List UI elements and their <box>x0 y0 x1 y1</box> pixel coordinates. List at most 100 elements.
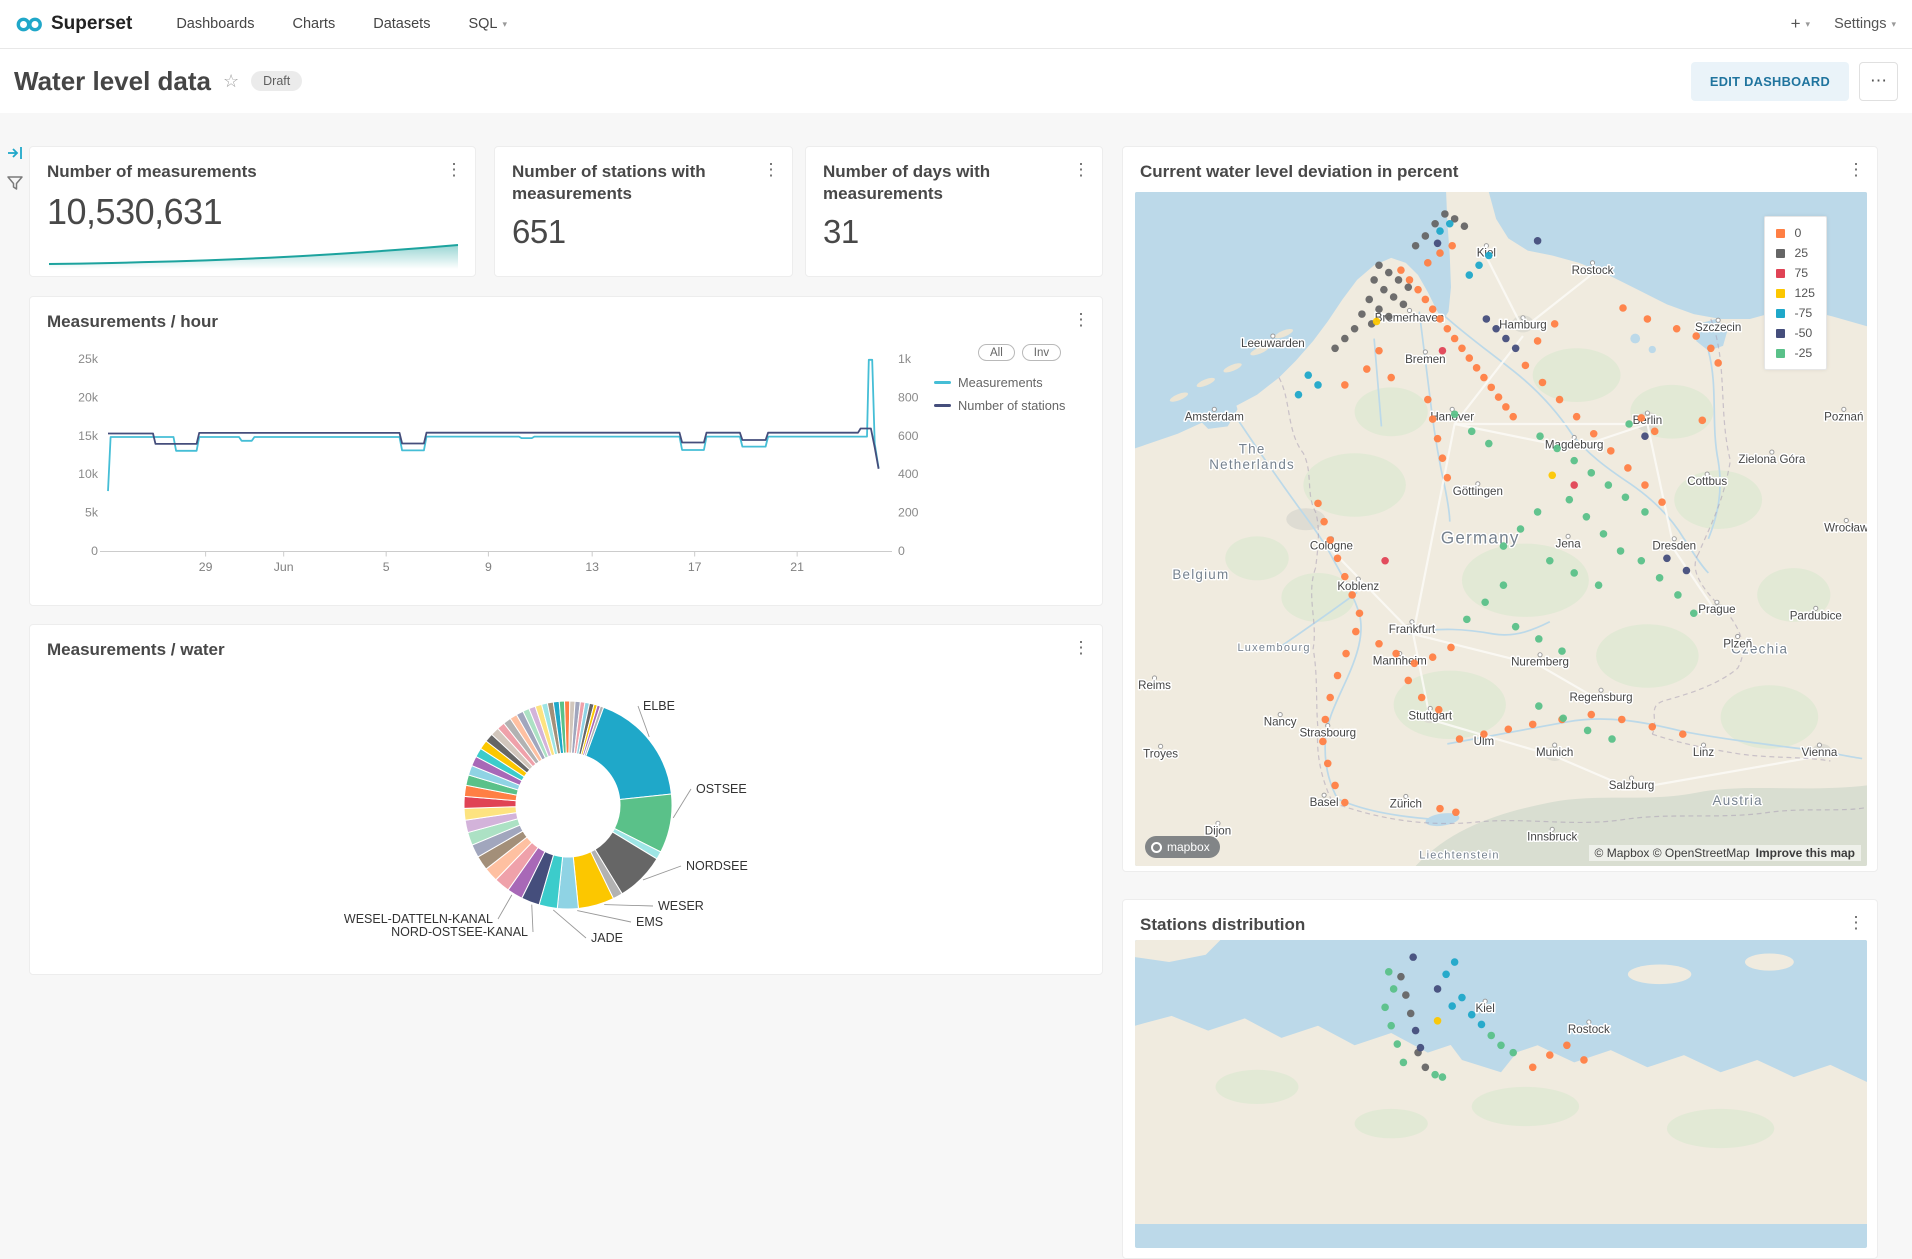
svg-text:9: 9 <box>485 560 492 574</box>
legend-swatch <box>1776 229 1785 238</box>
svg-text:Troyes: Troyes <box>1143 748 1178 760</box>
svg-text:200: 200 <box>898 506 919 520</box>
svg-text:Vienna: Vienna <box>1802 747 1838 759</box>
svg-text:Cottbus: Cottbus <box>1687 476 1727 488</box>
kpi-card-days: Number of days with measurements ⋮ 31 <box>805 146 1103 277</box>
status-badge: Draft <box>251 71 302 91</box>
svg-text:Berlin: Berlin <box>1633 415 1663 427</box>
legend-swatch <box>1776 309 1785 318</box>
svg-text:Leeuwarden: Leeuwarden <box>1241 338 1305 350</box>
svg-text:10k: 10k <box>78 467 99 481</box>
legend-item-measurements[interactable]: Measurements <box>934 375 1065 390</box>
svg-text:Rostock: Rostock <box>1568 1023 1610 1036</box>
svg-text:Rostock: Rostock <box>1572 265 1614 277</box>
svg-text:Wrocław: Wrocław <box>1824 522 1867 534</box>
card-menu-button[interactable]: ⋮ <box>1068 157 1094 183</box>
svg-text:800: 800 <box>898 390 919 404</box>
svg-text:25k: 25k <box>78 352 99 366</box>
legend-toggle-inv[interactable]: Inv <box>1022 344 1061 361</box>
kpi-value: 10,530,631 <box>47 191 222 233</box>
plus-icon: + <box>1791 14 1801 34</box>
edit-dashboard-button[interactable]: EDIT DASHBOARD <box>1691 62 1849 101</box>
nav-item-dashboards[interactable]: Dashboards <box>176 16 254 32</box>
svg-text:20k: 20k <box>78 390 99 404</box>
svg-text:Munich: Munich <box>1536 747 1573 759</box>
map-canvas[interactable]: Kiel Rostock <box>1135 940 1867 1248</box>
nav-item-charts[interactable]: Charts <box>293 16 336 32</box>
mapbox-wordmark: mapbox <box>1167 840 1210 854</box>
card-menu-button[interactable]: ⋮ <box>1068 635 1094 661</box>
legend-swatch <box>934 381 951 384</box>
nav-item-sql[interactable]: SQL▾ <box>468 16 507 32</box>
svg-text:Hamburg: Hamburg <box>1499 320 1547 332</box>
dashboard-menu-button[interactable]: ⋯ <box>1859 62 1898 101</box>
mapbox-icon <box>1151 842 1162 853</box>
svg-text:15k: 15k <box>78 429 99 443</box>
svg-text:Göttingen: Göttingen <box>1453 486 1503 498</box>
svg-text:Stuttgart: Stuttgart <box>1408 710 1453 722</box>
svg-text:Zürich: Zürich <box>1390 798 1422 810</box>
map-canvas[interactable]: TheNetherlandsBelgiumLuxembourgGermanyCz… <box>1135 192 1867 866</box>
svg-text:Basel: Basel <box>1310 797 1339 809</box>
kpi-card-measurements: Number of measurements ⋮ 10,530,631 <box>29 146 476 277</box>
favorite-star-icon[interactable]: ☆ <box>223 71 239 92</box>
svg-text:Jena: Jena <box>1556 538 1582 550</box>
chevron-down-icon: ▾ <box>1806 19 1811 30</box>
nav-item-datasets[interactable]: Datasets <box>373 16 430 32</box>
svg-text:Zielona Góra: Zielona Góra <box>1738 454 1805 466</box>
legend-swatch <box>1776 329 1785 338</box>
map-legend-item: 125 <box>1776 286 1815 300</box>
legend-swatch <box>934 404 951 407</box>
map-attribution: © Mapbox © OpenStreetMap Improve this ma… <box>1589 845 1861 861</box>
svg-text:Szczecin: Szczecin <box>1695 322 1741 334</box>
svg-text:Germany: Germany <box>1441 529 1520 548</box>
legend-item-number-of-stations[interactable]: Number of stations <box>934 398 1065 413</box>
superset-logo[interactable]: Superset <box>16 13 132 35</box>
chart-card-measurements-hour: Measurements / hour ⋮ AllInv Measurement… <box>29 296 1103 606</box>
kpi-value: 31 <box>823 213 859 251</box>
svg-text:Prague: Prague <box>1698 604 1735 616</box>
svg-text:1k: 1k <box>898 352 912 366</box>
card-menu-button[interactable]: ⋮ <box>1068 307 1094 333</box>
svg-text:Linz: Linz <box>1693 747 1714 759</box>
expand-filter-bar-button[interactable] <box>5 143 27 165</box>
main-nav: Dashboards Charts Datasets SQL▾ <box>176 16 507 32</box>
card-menu-button[interactable]: ⋮ <box>1843 910 1869 936</box>
svg-text:600: 600 <box>898 429 919 443</box>
svg-text:17: 17 <box>688 560 702 574</box>
svg-text:Pardubice: Pardubice <box>1790 610 1842 622</box>
svg-text:Kiel: Kiel <box>1475 1002 1494 1015</box>
card-title: Current water level deviation in percent <box>1140 161 1458 183</box>
svg-text:Poznań: Poznań <box>1824 411 1863 423</box>
card-menu-button[interactable]: ⋮ <box>441 157 467 183</box>
improve-map-link[interactable]: Improve this map <box>1756 846 1855 860</box>
donut-chart: ELBEOSTSEENORDSEEWESEREMSJADENORD-OSTSEE… <box>30 625 1104 976</box>
svg-text:Plzeň: Plzeň <box>1723 638 1752 650</box>
superset-dashboard: { "colors": {"brand": "#20A7C9"}, "icons… <box>0 0 1912 1081</box>
svg-text:Salzburg: Salzburg <box>1609 780 1655 792</box>
svg-text:5: 5 <box>383 560 390 574</box>
svg-text:0: 0 <box>898 544 905 558</box>
svg-text:Belgium: Belgium <box>1172 567 1229 582</box>
legend-toggle-all[interactable]: All <box>978 344 1015 361</box>
brand-name: Superset <box>51 13 132 35</box>
line-chart: 29Jun5913172105k10k15k20k25k020040060080… <box>30 297 1104 607</box>
svg-text:Bremen: Bremen <box>1405 354 1446 366</box>
svg-text:NORDSEE: NORDSEE <box>686 859 748 873</box>
card-menu-button[interactable]: ⋮ <box>758 157 784 183</box>
card-title: Stations distribution <box>1140 914 1305 936</box>
settings-menu-button[interactable]: Settings ▾ <box>1834 16 1896 32</box>
svg-text:Regensburg: Regensburg <box>1570 692 1633 704</box>
svg-text:Koblenz: Koblenz <box>1337 581 1379 593</box>
map-legend: 02575125-75-50-25 <box>1764 216 1827 370</box>
svg-text:WESER: WESER <box>658 899 704 913</box>
new-menu-button[interactable]: + ▾ <box>1791 14 1810 34</box>
map-image: TheNetherlandsBelgiumLuxembourgGermanyCz… <box>1135 192 1867 866</box>
svg-text:WESEL-DATTELN-KANAL: WESEL-DATTELN-KANAL <box>344 912 493 926</box>
svg-text:Bremerhaven: Bremerhaven <box>1375 312 1444 324</box>
card-menu-button[interactable]: ⋮ <box>1843 157 1869 183</box>
map-legend-item: 0 <box>1776 226 1815 240</box>
filter-icon[interactable] <box>5 173 27 195</box>
mapbox-logo[interactable]: mapbox <box>1145 836 1220 858</box>
navbar: Superset Dashboards Charts Datasets SQL▾ + … <box>0 0 1912 49</box>
